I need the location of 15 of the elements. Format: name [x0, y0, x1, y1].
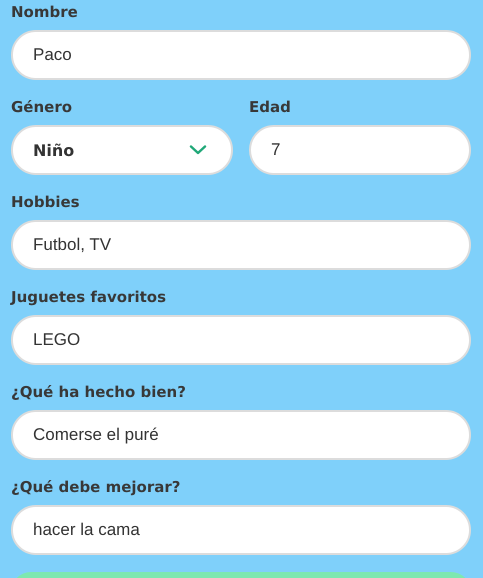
input-field[interactable]: Futbol, TV	[11, 220, 471, 270]
input-field[interactable]: 7	[249, 125, 471, 175]
input-field[interactable]: hacer la cama	[11, 505, 471, 555]
input-field[interactable]: LEGO	[11, 315, 471, 365]
field-label: Edad	[249, 97, 291, 117]
field-label: Género	[11, 97, 72, 117]
field-label: Nombre	[11, 2, 78, 22]
field-label: Hobbies	[11, 192, 80, 212]
chevron-down-icon	[189, 145, 207, 155]
input-field[interactable]: Comerse el puré	[11, 410, 471, 460]
field-label: Juguetes favoritos	[11, 287, 166, 307]
input-field[interactable]: Paco	[11, 30, 471, 80]
field-label: ¿Qué debe mejorar?	[11, 477, 180, 497]
field-label: ¿Qué ha hecho bien?	[11, 382, 186, 402]
gender-dropdown[interactable]: Niño	[11, 125, 233, 175]
